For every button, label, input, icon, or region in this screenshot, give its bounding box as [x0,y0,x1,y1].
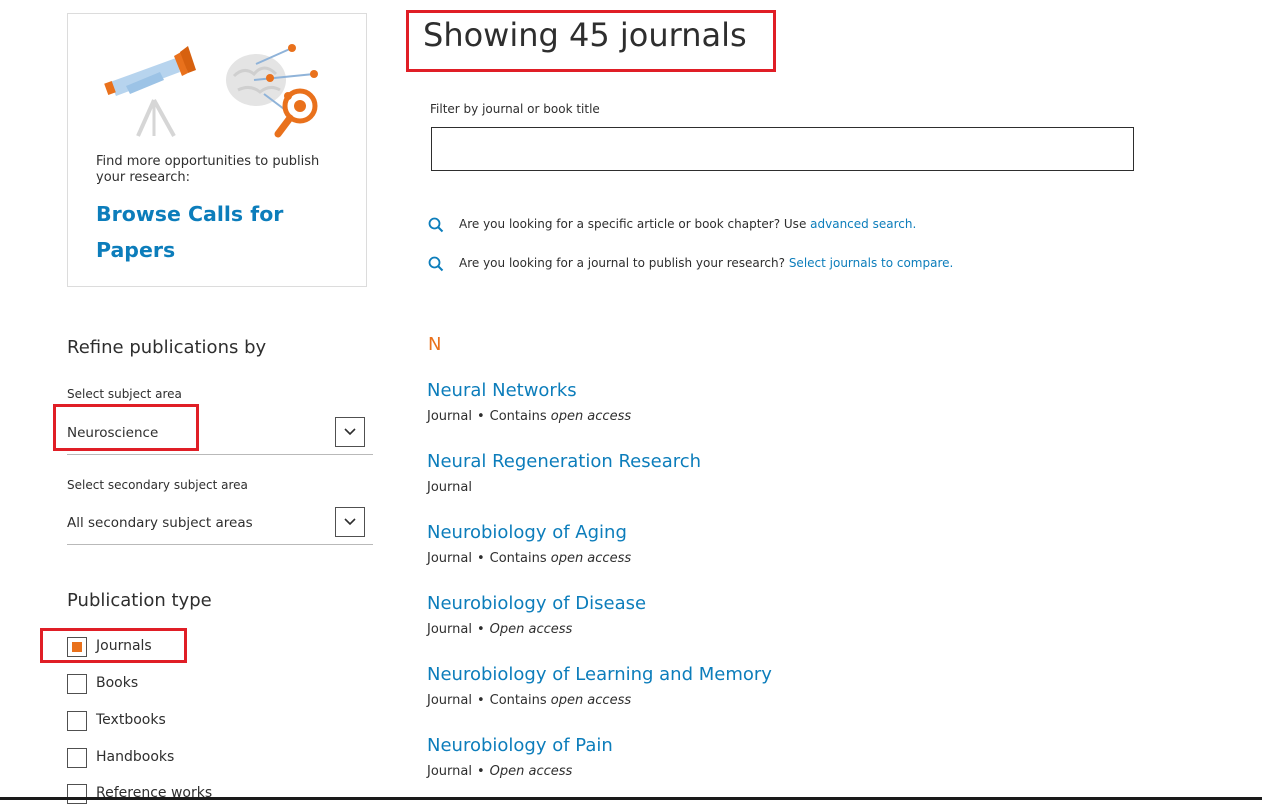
journal-list-item: Neurobiology of Pain Journal • Open access [427,735,1127,785]
telescope-icon [104,46,196,137]
chevron-down-icon [344,428,356,436]
subject-area-dropdown-button[interactable] [335,417,365,447]
journal-list-item: Neural Networks Journal • Contains open ac… [427,380,1127,430]
alphabet-section-letter: N [428,334,442,355]
journal-meta: Journal • Contains open access [427,551,632,566]
main-content: Showing 45 journals Filter by journal or… [400,0,1262,800]
filter-label: Filter by journal or book title [430,102,600,116]
journal-meta: Journal • Open access [427,764,573,779]
secondary-subject-area-label: Select secondary subject area [67,478,248,492]
journal-meta: Journal • Contains open access [427,693,632,708]
browse-calls-for-papers-link[interactable]: Browse Calls for Papers [96,196,336,268]
journal-title-link[interactable]: Neurobiology of Disease [427,593,646,614]
sidebar: Find more opportunities to publish your … [0,0,400,804]
checkbox-icon[interactable] [67,784,87,804]
subject-area-select[interactable]: Neuroscience [67,414,373,455]
journal-meta: Journal • Contains open access [427,409,632,424]
advanced-search-link[interactable]: advanced search. [810,217,916,231]
checkbox-icon[interactable] [67,711,87,731]
secondary-subject-area-select[interactable]: All secondary subject areas [67,504,373,545]
telescope-brain-illustration-icon [104,44,318,138]
secondary-subject-area-dropdown-button[interactable] [335,507,365,537]
calls-for-papers-promo: Find more opportunities to publish your … [67,13,367,287]
journal-title-link[interactable]: Neural Networks [427,380,577,401]
subject-area-label: Select subject area [67,387,182,401]
journal-title-link[interactable]: Neurobiology of Learning and Memory [427,664,772,685]
subject-area-value: Neuroscience [67,425,159,441]
checkbox-label: Handbooks [96,749,175,765]
page-title: Showing 45 journals [423,16,747,54]
chevron-down-icon [344,518,356,526]
secondary-subject-area-value: All secondary subject areas [67,515,253,531]
checkbox-label: Books [96,675,139,691]
journal-list-item: Neural Regeneration Research Journal [427,451,1127,501]
filter-input[interactable] [431,127,1134,171]
journal-list-item: Neurobiology of Disease Journal • Open acc… [427,593,1127,643]
journal-title-link[interactable]: Neurobiology of Aging [427,522,627,543]
promo-text: Find more opportunities to publish your … [96,154,320,185]
publication-type-title: Publication type [67,590,212,611]
checkbox-icon[interactable] [67,748,87,768]
journal-meta: Journal • Open access [427,622,573,637]
select-journals-to-compare-link[interactable]: Select journals to compare. [789,256,954,270]
journal-meta: Journal [427,480,472,495]
refine-title: Refine publications by [67,337,267,358]
compare-journals-hint-text: Are you looking for a journal to publish… [459,256,789,270]
journal-list-item: Neurobiology of Learning and Memory Jour… [427,664,1127,714]
checkbox-label: Journals [96,638,152,654]
search-icon [428,256,444,272]
checkbox-checked-icon[interactable] [67,637,87,657]
brain-network-icon [226,44,318,138]
journal-list-item: Neurobiology of Aging Journal • Contains o… [427,522,1127,572]
journal-title-link[interactable]: Neural Regeneration Research [427,451,701,472]
journal-title-link[interactable]: Neurobiology of Pain [427,735,613,756]
checkbox-icon[interactable] [67,674,87,694]
search-icon [428,217,444,233]
checkbox-label: Textbooks [96,712,166,728]
advanced-search-hint-text: Are you looking for a specific article o… [459,217,811,231]
